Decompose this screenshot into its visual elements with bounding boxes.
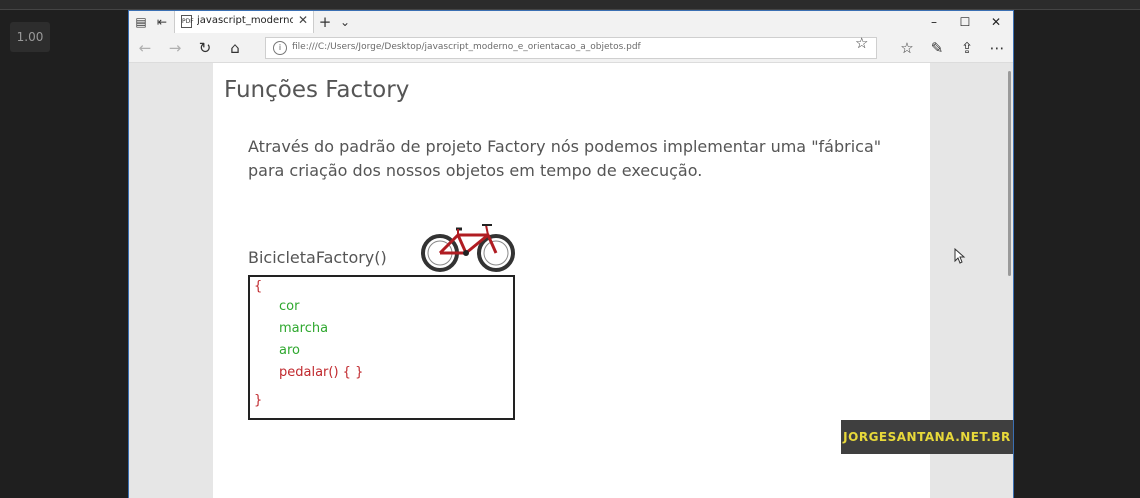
info-icon[interactable]: i bbox=[273, 41, 287, 55]
top-edge bbox=[0, 0, 1140, 10]
bicycle-icon bbox=[421, 224, 515, 272]
pdf-doc-icon: PDF bbox=[181, 15, 194, 28]
tab-title: javascript_moderno_e_c bbox=[197, 15, 293, 26]
minimize-icon[interactable]: – bbox=[919, 13, 949, 31]
forward-icon[interactable]: → bbox=[165, 39, 185, 57]
close-icon[interactable]: ✕ bbox=[298, 13, 308, 27]
scrollbar-thumb[interactable] bbox=[1008, 71, 1011, 276]
title-bar: ▤ ⇤ PDF javascript_moderno_e_c ✕ + ⌄ – ☐… bbox=[129, 11, 1013, 33]
code-line-aro: aro bbox=[279, 343, 300, 358]
tab-pdf[interactable]: PDF javascript_moderno_e_c ✕ bbox=[174, 11, 314, 33]
factory-label: BicicletaFactory() bbox=[248, 248, 387, 267]
code-line-pedalar: pedalar() { } bbox=[279, 365, 364, 380]
close-window-icon[interactable]: ✕ bbox=[981, 13, 1011, 31]
maximize-icon[interactable]: ☐ bbox=[950, 13, 980, 31]
code-line-cor: cor bbox=[279, 299, 300, 314]
refresh-icon[interactable]: ↻ bbox=[195, 39, 215, 57]
code-box: { cor marcha aro pedalar() { } } bbox=[248, 275, 515, 420]
favorite-star-icon[interactable]: ☆ bbox=[855, 34, 868, 52]
open-brace: { bbox=[254, 279, 263, 294]
slide-paragraph: Através do padrão de projeto Factory nós… bbox=[248, 137, 882, 180]
close-brace: } bbox=[254, 393, 263, 408]
speed-badge: 1.00 bbox=[10, 22, 50, 52]
tab-manager-icon[interactable]: ▤ bbox=[133, 14, 149, 30]
new-tab-icon[interactable]: + bbox=[317, 14, 333, 30]
nav-bar: ← → ↻ ⌂ i file:///C:/Users/Jorge/Desktop… bbox=[129, 33, 1013, 63]
pdf-page: Funções Factory Através do padrão de pro… bbox=[213, 63, 930, 498]
code-line-marcha: marcha bbox=[279, 321, 329, 336]
address-bar[interactable]: i file:///C:/Users/Jorge/Desktop/javascr… bbox=[265, 37, 877, 59]
share-icon[interactable]: ⇪ bbox=[957, 39, 977, 57]
pen-icon[interactable]: ✎ bbox=[927, 39, 947, 57]
url-text: file:///C:/Users/Jorge/Desktop/javascrip… bbox=[292, 42, 641, 52]
favorites-icon[interactable]: ☆ bbox=[897, 39, 917, 57]
more-icon[interactable]: ⋯ bbox=[987, 39, 1007, 57]
watermark: JORGESANTANA.NET.BR bbox=[841, 420, 1013, 454]
set-aside-tabs-icon[interactable]: ⇤ bbox=[154, 14, 170, 30]
tab-list-chevron-icon[interactable]: ⌄ bbox=[337, 14, 353, 30]
back-icon[interactable]: ← bbox=[135, 39, 155, 57]
home-icon[interactable]: ⌂ bbox=[225, 39, 245, 57]
slide-title: Funções Factory bbox=[224, 77, 410, 103]
mouse-cursor-icon bbox=[954, 248, 966, 264]
